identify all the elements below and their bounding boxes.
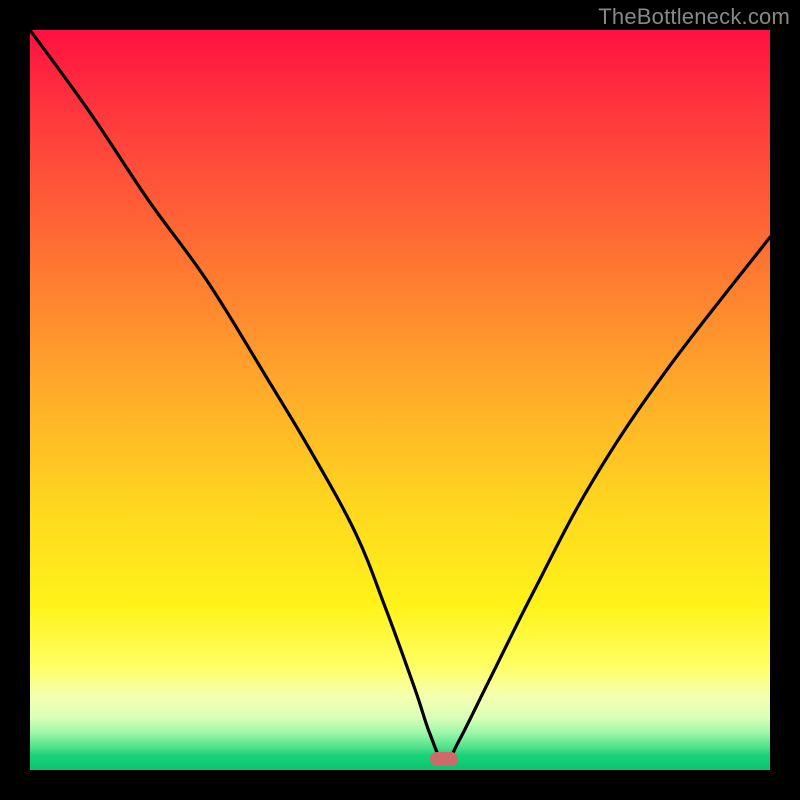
bottleneck-minimum-marker bbox=[430, 752, 458, 766]
curve-path bbox=[30, 30, 770, 763]
chart-frame: TheBottleneck.com bbox=[0, 0, 800, 800]
plot-area bbox=[30, 30, 770, 770]
watermark-text: TheBottleneck.com bbox=[598, 4, 790, 30]
bottleneck-curve bbox=[30, 30, 770, 770]
